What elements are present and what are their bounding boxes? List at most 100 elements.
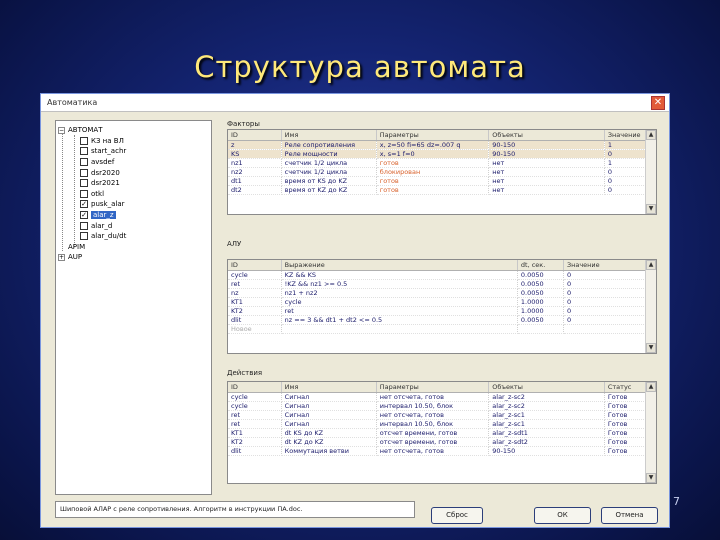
table-cell: Сигнал bbox=[281, 410, 377, 420]
tree-item[interactable]: start_achr bbox=[58, 146, 209, 157]
scroll-up-icon[interactable]: ▲ bbox=[646, 130, 656, 140]
column-header[interactable]: ID bbox=[228, 382, 282, 393]
column-header[interactable]: ID bbox=[228, 260, 282, 271]
column-header[interactable]: Значение bbox=[563, 260, 656, 271]
ok-button[interactable]: ОК bbox=[534, 507, 591, 524]
automation-tree[interactable]: − АВТОМАТ КЗ на ВЛ start_achr avsdef dsr202… bbox=[55, 120, 212, 495]
table-row[interactable]: ret Сигнал нет отсчета, готов alar_z-sc1 Гот… bbox=[228, 410, 656, 420]
tree-item-label: alar_d bbox=[91, 221, 113, 230]
table-row[interactable]: nz1 счетчик 1/2 цикла готов нет 1 bbox=[228, 158, 656, 168]
table-cell: 1.0000 bbox=[517, 306, 564, 316]
tree-item[interactable]: ✓ alar_z bbox=[58, 210, 209, 221]
table-cell: 0 bbox=[563, 297, 656, 307]
reset-button[interactable]: Сброс bbox=[431, 507, 483, 524]
table-row[interactable]: KT1 cycle 1.0000 0 bbox=[228, 297, 656, 307]
tree-item-checkbox[interactable] bbox=[80, 189, 88, 198]
expand-icon[interactable]: + bbox=[58, 253, 65, 261]
table-row[interactable]: KS Реле мощности x, s=1 f=0 90-150 0 bbox=[228, 149, 656, 159]
table-cell: cycle bbox=[281, 297, 518, 307]
column-header[interactable]: Параметры bbox=[376, 130, 490, 141]
table-row[interactable]: KT2 dt KZ до KZ отсчет времени, готов alar_… bbox=[228, 437, 656, 447]
table-cell: 0 bbox=[563, 270, 656, 280]
table-cell: alar_z-sc1 bbox=[488, 410, 605, 420]
column-header[interactable]: dt, сек. bbox=[517, 260, 564, 271]
scroll-down-icon[interactable]: ▼ bbox=[646, 473, 656, 483]
tree-item-checkbox[interactable] bbox=[80, 232, 88, 241]
table-cell: 0.0050 bbox=[517, 270, 564, 280]
tree-item-checkbox[interactable]: ✓ bbox=[80, 200, 88, 209]
tree-item[interactable]: dsr2020 bbox=[58, 167, 209, 178]
scroll-up-icon[interactable]: ▲ bbox=[646, 382, 656, 392]
table-cell: KT1 bbox=[228, 428, 282, 438]
table-cell: счетчик 1/2 цикла bbox=[281, 167, 377, 177]
table-row[interactable]: z Реле сопротивления x, z=50 fi=65 dz=.007… bbox=[228, 140, 656, 150]
column-header[interactable]: Объекты bbox=[488, 130, 605, 141]
collapse-icon[interactable]: − bbox=[58, 126, 65, 134]
table-row[interactable]: dt1 время от KS до KZ готов нет 0 bbox=[228, 176, 656, 186]
table-row[interactable]: dlit nz == 3 && dt1 + dt2 <= 0.5 0.0050 0 bbox=[228, 315, 656, 325]
tree-item-checkbox[interactable] bbox=[80, 147, 88, 156]
table-cell: время от KS до KZ bbox=[281, 176, 377, 186]
tree-item[interactable]: avsdef bbox=[58, 157, 209, 168]
tree-item-checkbox[interactable] bbox=[80, 179, 88, 188]
tree-root-aup[interactable]: + AUP bbox=[58, 252, 209, 263]
tree-item[interactable]: dsr2021 bbox=[58, 178, 209, 189]
tree-item[interactable]: alar_du/dt bbox=[58, 231, 209, 242]
tree-item-checkbox[interactable] bbox=[80, 221, 88, 230]
table-row[interactable]: cycle Сигнал интервал 10.50, блок alar_z-sc… bbox=[228, 401, 656, 411]
scroll-down-icon[interactable]: ▼ bbox=[646, 343, 656, 353]
table-row[interactable]: cycle KZ && KS 0.0050 0 bbox=[228, 270, 656, 280]
close-button[interactable]: ✕ bbox=[651, 96, 665, 110]
table-cell: нет bbox=[488, 185, 605, 195]
actions-scrollbar[interactable]: ▲ ▼ bbox=[645, 382, 656, 483]
table-row[interactable]: ret !KZ && nz1 >= 0.5 0.0050 0 bbox=[228, 279, 656, 289]
tree-root-label: АВТОМАТ bbox=[68, 126, 103, 135]
tree-item-checkbox[interactable]: ✓ bbox=[80, 211, 88, 220]
table-row[interactable]: ret Сигнал интервал 10.50, блок alar_z-sc1 Г… bbox=[228, 419, 656, 429]
tree-root[interactable]: − АВТОМАТ bbox=[58, 125, 209, 136]
table-row[interactable]: KT2 ret 1.0000 0 bbox=[228, 306, 656, 316]
table-cell: 0 bbox=[563, 315, 656, 325]
table-row[interactable]: dt2 время от KZ до KZ готов нет 0 bbox=[228, 185, 656, 195]
column-header[interactable]: Имя bbox=[281, 130, 377, 141]
tree-item-label: КЗ на ВЛ bbox=[91, 136, 124, 145]
tree-item-label: avsdef bbox=[91, 158, 115, 167]
logic-scrollbar[interactable]: ▲ ▼ bbox=[645, 260, 656, 353]
table-row[interactable]: dlit Коммутация ветви нет отсчета, готов 90… bbox=[228, 446, 656, 456]
table-row[interactable]: cycle Сигнал нет отсчета, готов alar_z-sc2 Г… bbox=[228, 392, 656, 402]
tree-item[interactable]: ✓ pusk_alar bbox=[58, 199, 209, 210]
table-row[interactable]: nz nz1 + nz2 0.0050 0 bbox=[228, 288, 656, 298]
table-cell: отсчет времени, готов bbox=[376, 428, 490, 438]
tree-item-checkbox[interactable] bbox=[80, 158, 88, 167]
tree-root-apim[interactable]: APIM bbox=[58, 242, 209, 253]
table-row[interactable]: nz2 счетчик 1/2 цикла блокирован нет 0 bbox=[228, 167, 656, 177]
table-cell: нет отсчета, готов bbox=[376, 392, 490, 402]
logic-grid[interactable]: ID Выражение dt, сек. Значение cycle KZ && K… bbox=[227, 259, 657, 354]
table-cell: dt2 bbox=[228, 185, 282, 195]
scroll-down-icon[interactable]: ▼ bbox=[646, 204, 656, 214]
tree-item[interactable]: alar_d bbox=[58, 220, 209, 231]
dialog-title: Автоматика bbox=[47, 98, 98, 107]
cancel-button[interactable]: Отмена bbox=[601, 507, 658, 524]
tree-item[interactable]: КЗ на ВЛ bbox=[58, 136, 209, 147]
table-cell: 0 bbox=[563, 306, 656, 316]
table-cell: KZ && KS bbox=[281, 270, 518, 280]
factors-grid[interactable]: ID Имя Параметры Объекты Значение z Реле сопр… bbox=[227, 129, 657, 215]
table-cell: интервал 10.50, блок bbox=[376, 401, 490, 411]
column-header[interactable]: Объекты bbox=[488, 382, 605, 393]
factors-scrollbar[interactable]: ▲ ▼ bbox=[645, 130, 656, 214]
actions-grid[interactable]: ID Имя Параметры Объекты Статус cycle Сигнал н… bbox=[227, 381, 657, 484]
new-row[interactable]: Новое bbox=[228, 324, 656, 334]
tree-item-checkbox[interactable] bbox=[80, 136, 88, 145]
tree-item-checkbox[interactable] bbox=[80, 168, 88, 177]
column-header[interactable]: Выражение bbox=[281, 260, 518, 271]
column-header[interactable]: Имя bbox=[281, 382, 377, 393]
table-cell: нет bbox=[488, 176, 605, 186]
column-header[interactable]: Параметры bbox=[376, 382, 490, 393]
table-cell: нет bbox=[488, 167, 605, 177]
table-cell: 0.0050 bbox=[517, 279, 564, 289]
column-header[interactable]: ID bbox=[228, 130, 282, 141]
scroll-up-icon[interactable]: ▲ bbox=[646, 260, 656, 270]
table-row[interactable]: KT1 dt KS до KZ отсчет времени, готов alar_… bbox=[228, 428, 656, 438]
tree-item[interactable]: otkl bbox=[58, 189, 209, 200]
